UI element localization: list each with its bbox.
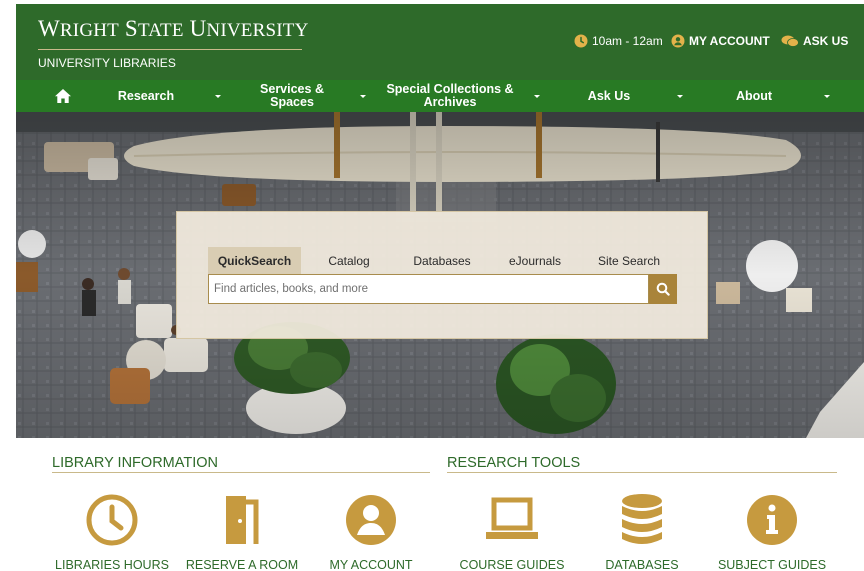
search-input[interactable] bbox=[208, 274, 649, 304]
tab-catalog-label: Catalog bbox=[328, 253, 370, 268]
libraries-hours-link[interactable]: LIBRARIES HOURS bbox=[47, 492, 177, 571]
ask-us-text: ASK US bbox=[803, 34, 849, 48]
tab-quicksearch-label: QuickSearch bbox=[217, 253, 292, 268]
tab-catalog[interactable]: Catalog bbox=[311, 247, 387, 274]
my-account-label: MY ACCOUNT bbox=[329, 558, 413, 571]
clock-icon bbox=[574, 34, 588, 48]
databases-link[interactable]: DATABASES bbox=[577, 492, 707, 571]
search-icon bbox=[656, 282, 670, 296]
nav-research[interactable]: Research bbox=[108, 80, 184, 112]
home-button[interactable] bbox=[46, 80, 80, 112]
search-panel: QuickSearch Catalog Databases eJournals … bbox=[176, 211, 708, 339]
main-navigation: Research Services & Spaces Special Colle… bbox=[16, 80, 864, 112]
tab-ejournals[interactable]: eJournals bbox=[495, 247, 575, 274]
reserve-room-label: RESERVE A ROOM bbox=[185, 558, 299, 571]
nav-services-label: Services & Spaces bbox=[260, 82, 324, 109]
nav-ask-us[interactable]: Ask Us bbox=[572, 80, 646, 112]
chevron-down-icon[interactable] bbox=[675, 91, 685, 101]
library-information-heading: LIBRARY INFORMATION bbox=[52, 455, 218, 471]
nav-research-label: Research bbox=[117, 88, 175, 103]
logo-divider bbox=[38, 49, 302, 50]
hours-text: 10am - 12am bbox=[592, 34, 663, 48]
user-circle-icon bbox=[671, 34, 685, 48]
chevron-down-icon[interactable] bbox=[213, 91, 223, 101]
tab-databases[interactable]: Databases bbox=[397, 247, 487, 274]
laptop-icon bbox=[484, 492, 540, 548]
course-guides-link[interactable]: COURSE GUIDES bbox=[447, 492, 577, 571]
libraries-subtitle: UNIVERSITY LIBRARIES bbox=[38, 56, 176, 70]
libraries-hours-label: LIBRARIES HOURS bbox=[55, 558, 169, 571]
my-account-quick-link[interactable]: MY ACCOUNT bbox=[306, 492, 436, 571]
database-icon bbox=[614, 492, 670, 548]
nav-special-collections-label: Special Collections & Archives bbox=[386, 82, 514, 109]
databases-label: DATABASES bbox=[605, 558, 679, 571]
chevron-down-icon[interactable] bbox=[532, 91, 542, 101]
subject-guides-link[interactable]: SUBJECT GUIDES bbox=[707, 492, 837, 571]
nav-special-collections[interactable]: Special Collections & Archives bbox=[386, 80, 514, 112]
clock-icon bbox=[84, 492, 140, 548]
course-guides-label: COURSE GUIDES bbox=[459, 558, 565, 571]
university-wordmark: WRIGHT STATE UNIVERSITY bbox=[38, 16, 309, 41]
search-button[interactable] bbox=[649, 274, 677, 304]
nav-about[interactable]: About bbox=[720, 80, 788, 112]
research-tools-heading: RESEARCH TOOLS bbox=[447, 455, 581, 471]
tab-quicksearch[interactable]: QuickSearch bbox=[208, 247, 301, 274]
university-logo[interactable]: WRIGHT STATE UNIVERSITY UNIVERSITY LIBRA… bbox=[38, 16, 309, 70]
reserve-room-link[interactable]: RESERVE A ROOM bbox=[177, 492, 307, 571]
chevron-down-icon[interactable] bbox=[822, 91, 832, 101]
nav-about-label: About bbox=[735, 88, 773, 103]
subject-guides-label: SUBJECT GUIDES bbox=[717, 558, 827, 571]
site-header: WRIGHT STATE UNIVERSITY UNIVERSITY LIBRA… bbox=[16, 4, 864, 80]
nav-services-spaces[interactable]: Services & Spaces bbox=[252, 80, 332, 112]
tab-site-search[interactable]: Site Search bbox=[581, 247, 677, 274]
research-tools-divider bbox=[447, 472, 837, 473]
tab-site-search-label: Site Search bbox=[597, 253, 661, 268]
user-circle-icon bbox=[343, 492, 399, 548]
nav-ask-us-label: Ask Us bbox=[587, 88, 631, 103]
door-icon bbox=[214, 492, 270, 548]
home-icon bbox=[55, 89, 71, 103]
hours-link[interactable]: 10am - 12am bbox=[574, 34, 663, 48]
chevron-down-icon[interactable] bbox=[358, 91, 368, 101]
ask-us-link[interactable]: ASK US bbox=[781, 34, 848, 48]
my-account-text: MY ACCOUNT bbox=[689, 34, 770, 48]
tab-ejournals-label: eJournals bbox=[508, 253, 562, 268]
tab-databases-label: Databases bbox=[413, 253, 471, 268]
my-account-link[interactable]: MY ACCOUNT bbox=[671, 34, 770, 48]
library-information-divider bbox=[52, 472, 430, 473]
info-circle-icon bbox=[744, 492, 800, 548]
chat-bubbles-icon bbox=[781, 34, 799, 48]
